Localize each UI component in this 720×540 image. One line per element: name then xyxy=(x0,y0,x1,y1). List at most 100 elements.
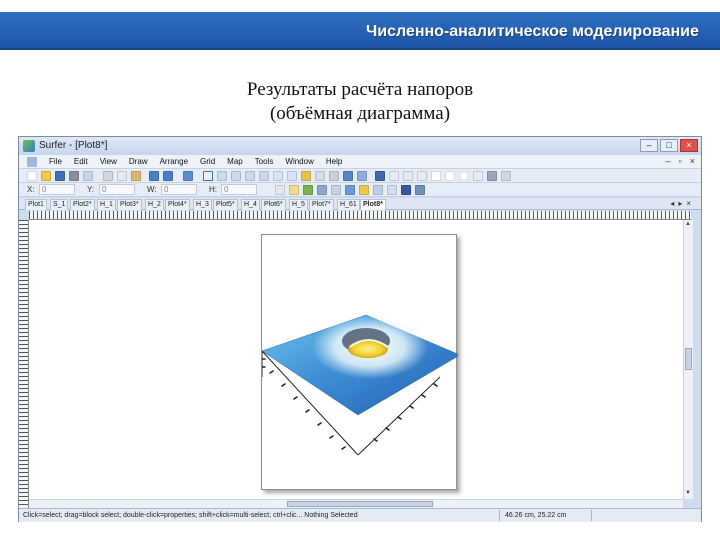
horizontal-ruler xyxy=(29,211,691,220)
print-preview-icon[interactable] xyxy=(83,171,93,181)
doc-restore-button[interactable]: ▫ xyxy=(679,156,682,166)
tab-s1[interactable]: S_1 xyxy=(50,199,69,210)
document-menu-icon[interactable] xyxy=(27,157,37,167)
tab-plot6[interactable]: Plot6* xyxy=(261,199,286,210)
text-icon[interactable] xyxy=(375,171,385,181)
slide-title-line-1: Результаты расчёта напоров xyxy=(246,79,474,100)
tab-scroll-arrows[interactable]: ◂▸× xyxy=(670,199,695,208)
print-icon[interactable] xyxy=(69,171,79,181)
doc-minimize-button[interactable]: – xyxy=(666,156,671,166)
rounded-rectangle-icon[interactable] xyxy=(445,171,455,181)
map-vector-icon[interactable] xyxy=(345,185,355,195)
window-titlebar[interactable]: Surfer - [Plot8*] – □ × xyxy=(19,137,701,155)
menu-help[interactable]: Help xyxy=(320,157,348,167)
cut-icon[interactable] xyxy=(103,171,113,181)
zoom-out-icon[interactable] xyxy=(231,171,241,181)
tab-plot7[interactable]: Plot7* xyxy=(309,199,334,210)
tab-plot4[interactable]: Plot4* xyxy=(165,199,190,210)
tab-plot5[interactable]: Plot5* xyxy=(213,199,238,210)
select-arrow-icon[interactable] xyxy=(203,171,213,181)
status-hint: Click=select; drag=block select; double-… xyxy=(23,512,358,519)
vertical-scroll-thumb[interactable] xyxy=(685,348,692,370)
paste-icon[interactable] xyxy=(131,171,141,181)
ellipse-icon[interactable] xyxy=(459,171,469,181)
map-overlay-icon[interactable] xyxy=(401,185,411,195)
redraw-icon[interactable] xyxy=(343,171,353,181)
menu-draw[interactable]: Draw xyxy=(123,157,154,167)
map-shaded-icon[interactable] xyxy=(317,185,327,195)
measure-icon[interactable] xyxy=(329,171,339,181)
menu-edit[interactable]: Edit xyxy=(68,157,94,167)
zoom-page-icon[interactable] xyxy=(259,171,269,181)
map-image-icon[interactable] xyxy=(303,185,313,195)
map-surface-icon[interactable] xyxy=(359,185,369,195)
undo-icon[interactable] xyxy=(149,171,159,181)
x-value: 0 xyxy=(42,185,47,194)
surfer-window: Surfer - [Plot8*] – □ × File Edit View D… xyxy=(18,136,702,522)
menu-arrange[interactable]: Arrange xyxy=(154,157,194,167)
minimize-button[interactable]: – xyxy=(640,139,658,152)
zoom-rect-icon[interactable] xyxy=(245,171,255,181)
h-label: H: xyxy=(209,185,217,194)
rectangle-icon[interactable] xyxy=(431,171,441,181)
tab-h4[interactable]: H_4 xyxy=(241,199,260,210)
digitize-icon[interactable] xyxy=(357,171,367,181)
h-value: 0 xyxy=(224,185,229,194)
map-wireframe-icon[interactable] xyxy=(373,185,383,195)
help-icon[interactable] xyxy=(183,171,193,181)
scroll-down-arrow[interactable]: ▼ xyxy=(685,490,691,496)
polyline-icon[interactable] xyxy=(403,171,413,181)
plot-canvas[interactable] xyxy=(29,220,683,499)
document-window-controls: – ▫ × xyxy=(666,156,695,166)
curve-icon[interactable] xyxy=(473,171,483,181)
polygon-icon[interactable] xyxy=(389,171,399,181)
menu-map[interactable]: Map xyxy=(221,157,249,167)
tab-plot3[interactable]: Plot3* xyxy=(117,199,142,210)
map-contour-icon[interactable] xyxy=(275,185,285,195)
tab-plot1[interactable]: Plot1 xyxy=(25,199,47,210)
menu-window[interactable]: Window xyxy=(279,157,319,167)
save-icon[interactable] xyxy=(55,171,65,181)
scroll-up-arrow[interactable]: ▲ xyxy=(685,221,691,227)
tab-plot8[interactable]: Plot8* xyxy=(360,199,386,210)
toolbar-options-icon[interactable] xyxy=(501,171,511,181)
menu-view[interactable]: View xyxy=(94,157,123,167)
tab-h2[interactable]: H_2 xyxy=(145,199,164,210)
status-divider xyxy=(499,510,500,521)
status-coordinates: 46.26 cm, 25.22 cm xyxy=(505,512,567,519)
new-icon[interactable] xyxy=(27,171,37,181)
menu-file[interactable]: File xyxy=(43,157,68,167)
map-options-icon[interactable] xyxy=(415,185,425,195)
map-base-icon[interactable] xyxy=(289,185,299,195)
close-button[interactable]: × xyxy=(680,139,698,152)
tab-h5[interactable]: H_5 xyxy=(289,199,308,210)
surface-plot[interactable] xyxy=(261,235,461,491)
symbol-icon[interactable] xyxy=(417,171,427,181)
redo-icon[interactable] xyxy=(163,171,173,181)
tab-plot2[interactable]: Plot2* xyxy=(70,199,95,210)
y-label: Y: xyxy=(87,185,95,194)
slide-title-line-2: (объёмная диаграмма) xyxy=(269,103,451,124)
maximize-button[interactable]: □ xyxy=(660,139,678,152)
copy-icon[interactable] xyxy=(117,171,127,181)
open-icon[interactable] xyxy=(41,171,51,181)
refresh-icon[interactable] xyxy=(287,171,297,181)
horizontal-scrollbar[interactable] xyxy=(29,499,683,508)
hand-icon[interactable] xyxy=(301,171,311,181)
zoom-in-icon[interactable] xyxy=(217,171,227,181)
tab-h3[interactable]: H_3 xyxy=(193,199,212,210)
menu-grid[interactable]: Grid xyxy=(194,157,221,167)
reshape-icon[interactable] xyxy=(487,171,497,181)
pan-icon[interactable] xyxy=(273,171,283,181)
doc-close-button[interactable]: × xyxy=(690,156,695,166)
horizontal-scroll-thumb[interactable] xyxy=(287,501,433,507)
vertical-scrollbar[interactable]: ▲ ▼ xyxy=(683,220,693,499)
tab-h1[interactable]: H_1 xyxy=(97,199,116,210)
map-post-icon[interactable] xyxy=(331,185,341,195)
map-3d-icon[interactable] xyxy=(387,185,397,195)
x-label: X: xyxy=(27,185,35,194)
slide-title: Результаты расчёта напоров (объёмная диа… xyxy=(0,78,720,126)
tab-h61[interactable]: H_61 xyxy=(337,199,360,210)
zoom-extents-icon[interactable] xyxy=(315,171,325,181)
menu-tools[interactable]: Tools xyxy=(249,157,280,167)
